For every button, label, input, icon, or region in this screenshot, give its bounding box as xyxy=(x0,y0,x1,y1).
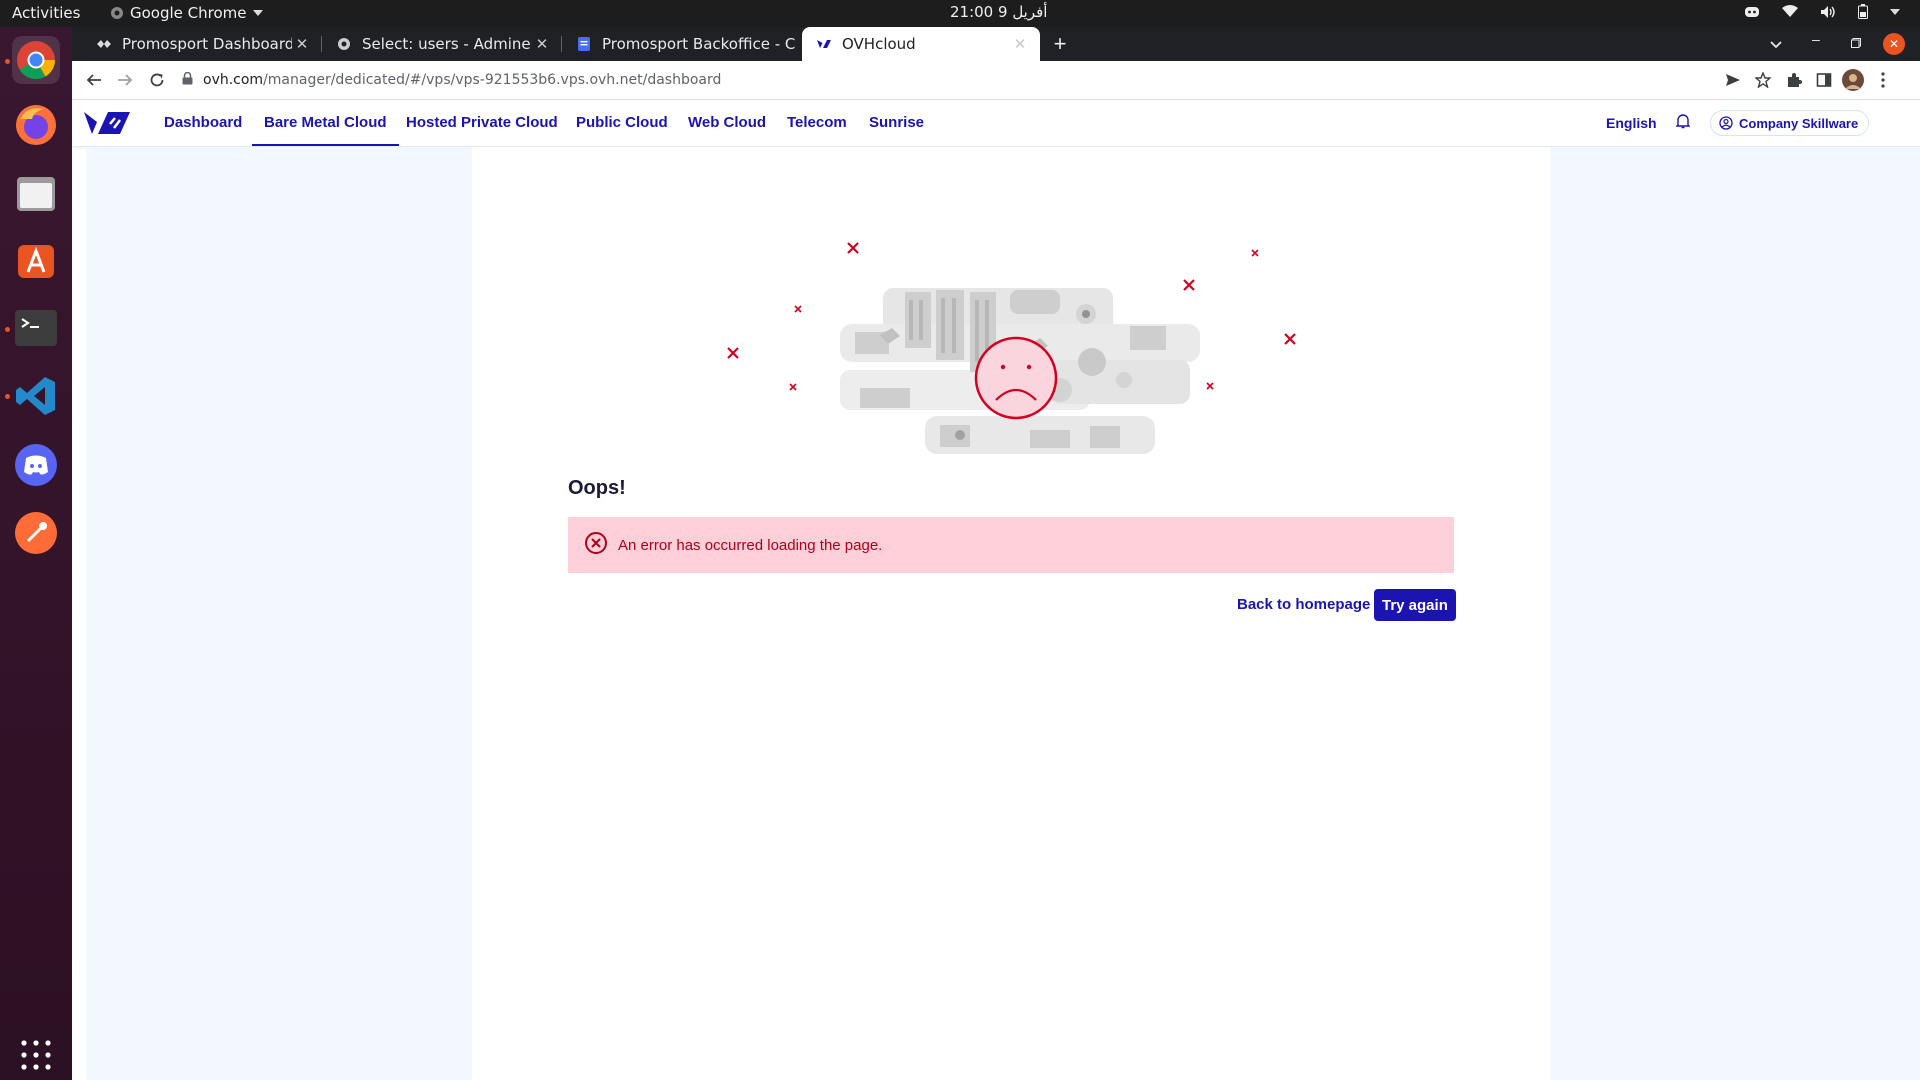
system-top-bar: Activities Google Chrome 21:00 9 أفريل xyxy=(0,0,1920,27)
discord-icon xyxy=(15,444,57,486)
window-close-icon[interactable]: ✕ xyxy=(1883,33,1905,55)
reload-icon[interactable] xyxy=(146,69,168,91)
firefox-icon xyxy=(16,105,56,145)
chrome-menu-icon[interactable] xyxy=(1872,69,1894,91)
files-icon xyxy=(17,177,55,211)
tab-title: OVHcloud xyxy=(842,35,916,53)
sad-face-icon xyxy=(974,336,1058,420)
error-message-box: An error has occurred loading the page. xyxy=(568,517,1454,573)
chrome-icon xyxy=(17,41,56,80)
nav-bare-metal-cloud[interactable]: Bare Metal Cloud xyxy=(252,100,399,146)
close-icon[interactable]: ✕ xyxy=(532,35,552,53)
vscode-icon xyxy=(16,377,55,415)
dock-firefox[interactable] xyxy=(12,101,60,149)
dock-terminal[interactable] xyxy=(12,304,60,352)
tab-adminer[interactable]: Select: users - Adminer ✕ xyxy=(322,27,562,61)
new-tab-plus-icon[interactable]: + xyxy=(1048,32,1072,56)
dock-chrome[interactable] xyxy=(12,36,60,84)
running-indicator xyxy=(5,327,10,332)
dock xyxy=(0,27,72,1080)
maximize-icon[interactable] xyxy=(1851,35,1861,53)
tab-search-chevron-icon[interactable] xyxy=(1770,37,1782,55)
extensions-puzzle-icon[interactable] xyxy=(1783,69,1805,91)
postman-icon xyxy=(15,512,57,554)
forward-arrow-icon[interactable] xyxy=(114,69,136,91)
dock-postman[interactable] xyxy=(12,509,60,557)
send-icon[interactable] xyxy=(1722,69,1744,91)
dock-vscode[interactable] xyxy=(12,372,60,420)
show-apps-icon xyxy=(21,1040,51,1070)
user-circle-icon xyxy=(1719,116,1733,130)
ovh-logo[interactable] xyxy=(84,110,130,141)
running-indicator xyxy=(5,394,10,399)
error-title: Oops! xyxy=(568,477,626,499)
notifications-bell-icon[interactable] xyxy=(1675,113,1691,134)
url-path: /manager/dedicated/#/vps/vps-921553b6.vp… xyxy=(263,72,722,88)
dock-app-center[interactable] xyxy=(12,236,60,284)
docs-favicon xyxy=(578,37,590,51)
discord-tray-icon xyxy=(1745,6,1759,17)
running-indicator xyxy=(5,59,10,64)
account-name: Company Skillware xyxy=(1739,115,1859,131)
bookmark-star-icon[interactable] xyxy=(1752,69,1774,91)
ovh-navbar: Dashboard Bare Metal Cloud Hosted Privat… xyxy=(72,100,1920,147)
tab-promosport-backoffice[interactable]: Promosport Backoffice - C xyxy=(562,27,802,61)
tab-promosport-dashboard[interactable]: Promosport Dashboard ✕ xyxy=(82,27,322,61)
system-menu-chevron-icon xyxy=(1890,8,1900,15)
terminal-icon xyxy=(15,310,57,346)
lock-icon xyxy=(182,71,193,88)
error-message: An error has occurred loading the page. xyxy=(618,536,883,554)
nav-telecom[interactable]: Telecom xyxy=(787,100,847,146)
dock-files[interactable] xyxy=(12,169,60,217)
tab-title: Select: users - Adminer xyxy=(362,35,532,53)
app-center-icon xyxy=(18,245,54,278)
tab-title: Promosport Dashboard xyxy=(122,35,292,53)
error-illustration xyxy=(727,242,1296,454)
nav-sunrise[interactable]: Sunrise xyxy=(869,100,924,146)
app-menu-label: Google Chrome xyxy=(130,4,247,22)
dock-show-apps[interactable] xyxy=(12,1031,60,1079)
nav-hosted-private-cloud[interactable]: Hosted Private Cloud xyxy=(406,100,558,146)
chevron-down-icon xyxy=(252,10,263,16)
nav-web-cloud[interactable]: Web Cloud xyxy=(688,100,766,146)
try-again-button[interactable]: Try again xyxy=(1374,589,1456,621)
browser-tab-strip: Promosport Dashboard ✕ Select: users - A… xyxy=(72,27,1920,61)
chrome-small-icon xyxy=(111,7,123,19)
battery-icon xyxy=(1858,4,1868,19)
browser-toolbar: ovh.com/manager/dedicated/#/vps/vps-9215… xyxy=(72,61,1920,100)
app-menu[interactable]: Google Chrome xyxy=(110,4,263,22)
ovh-logo-icon xyxy=(84,112,130,134)
wifi-icon xyxy=(1782,5,1798,17)
side-panel-icon[interactable] xyxy=(1813,69,1835,91)
promosport-favicon xyxy=(97,40,111,48)
language-selector[interactable]: English xyxy=(1606,115,1657,131)
clock[interactable]: 21:00 9 أفريل xyxy=(950,3,1047,21)
close-icon[interactable]: ✕ xyxy=(292,35,312,53)
activities-button[interactable]: Activities xyxy=(12,4,80,22)
adminer-favicon xyxy=(338,38,350,50)
ovh-favicon xyxy=(817,40,831,48)
tab-ovhcloud[interactable]: OVHcloud ✕ xyxy=(802,27,1040,61)
minimize-icon[interactable]: – xyxy=(1812,31,1820,47)
nav-dashboard[interactable]: Dashboard xyxy=(164,100,242,146)
back-to-homepage-link[interactable]: Back to homepage xyxy=(1237,596,1370,613)
nav-public-cloud[interactable]: Public Cloud xyxy=(576,100,668,146)
back-arrow-icon[interactable] xyxy=(83,69,105,91)
profile-avatar[interactable] xyxy=(1842,69,1864,91)
dock-discord[interactable] xyxy=(12,441,60,489)
volume-icon xyxy=(1821,5,1835,18)
error-circle-x-icon xyxy=(584,531,608,559)
tab-title: Promosport Backoffice - C xyxy=(602,35,796,53)
address-bar[interactable]: ovh.com/manager/dedicated/#/vps/vps-9215… xyxy=(182,65,1802,95)
close-icon[interactable]: ✕ xyxy=(1010,35,1030,53)
system-tray[interactable] xyxy=(1744,4,1900,19)
url-host: ovh.com xyxy=(203,72,264,88)
account-button[interactable]: Company Skillware xyxy=(1710,110,1870,136)
